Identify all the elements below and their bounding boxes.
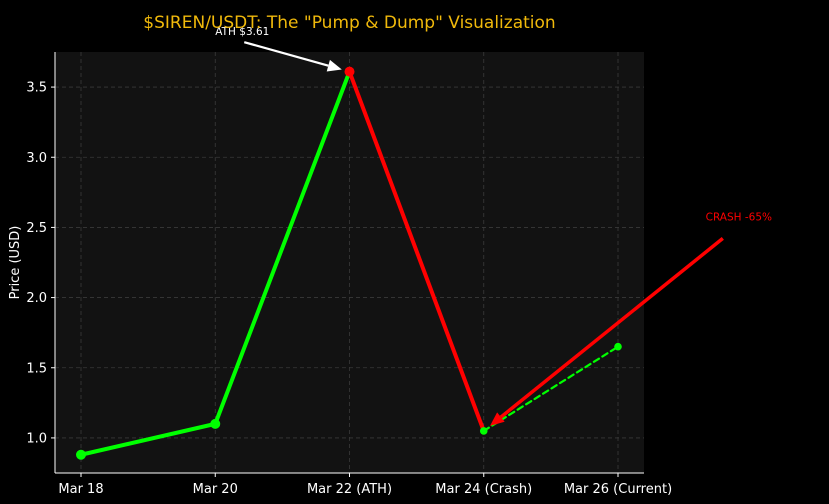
x-tick-label-0: Mar 18 xyxy=(58,482,103,497)
data-point-1 xyxy=(210,418,221,429)
chart-stage: 1.0 1.5 2.0 2.5 3.0 3.5 Mar 18 Mar 20 Mar 22 (AT… xyxy=(0,0,829,504)
y-tick-label-0: 1.0 xyxy=(26,431,47,446)
y-axis-label: Price (USD) xyxy=(8,226,23,300)
y-tick-label-2: 2.0 xyxy=(26,291,47,306)
data-point-2 xyxy=(344,66,355,77)
x-tick-label-1: Mar 20 xyxy=(193,482,238,497)
x-tick-label-3: Mar 24 (Crash) xyxy=(435,482,532,497)
chart-title: $SIREN/USDT: The "Pump & Dump" Visualiza… xyxy=(143,13,555,33)
y-tick-label-1: 1.5 xyxy=(26,361,47,376)
data-point-4 xyxy=(614,342,622,351)
x-tick-label-2: Mar 22 (ATH) xyxy=(307,482,392,497)
annotation-label-1: CRASH -65% xyxy=(706,211,772,223)
y-tick-label-3: 2.5 xyxy=(26,221,47,236)
price-chart: 1.0 1.5 2.0 2.5 3.0 3.5 Mar 18 Mar 20 Mar 22 (AT… xyxy=(8,13,772,497)
data-point-0 xyxy=(76,449,86,460)
data-point-3 xyxy=(479,427,488,435)
y-tick-label-4: 3.0 xyxy=(26,151,47,166)
y-tick-label-5: 3.5 xyxy=(26,81,47,96)
x-tick-label-4: Mar 26 (Current) xyxy=(564,482,672,497)
